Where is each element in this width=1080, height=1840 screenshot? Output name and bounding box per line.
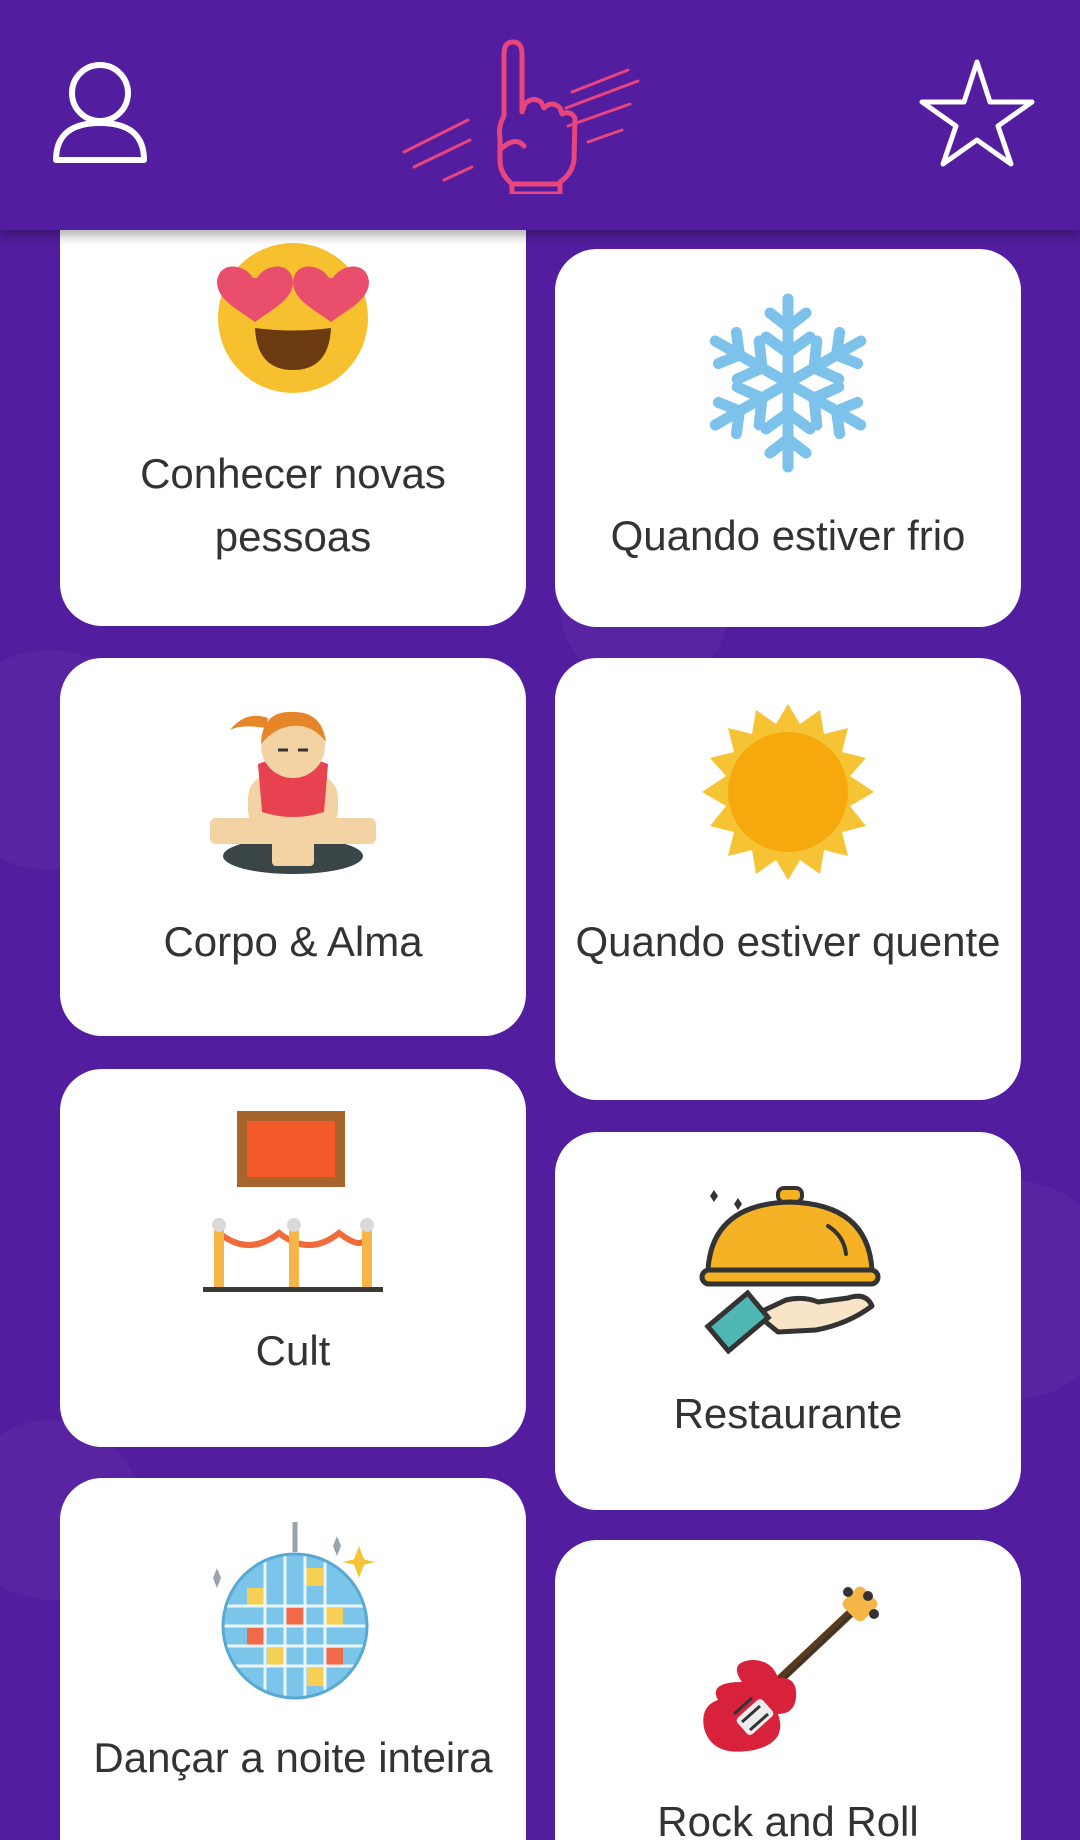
category-label: Quando estiver frio — [610, 512, 966, 559]
category-label: Corpo & Alma — [163, 918, 423, 965]
profile-button[interactable] — [52, 56, 148, 166]
category-label: Rock and Roll — [657, 1798, 919, 1840]
category-card-dancar-a-noite-inteira[interactable]: Dançar a noite inteira — [60, 1478, 526, 1840]
app-header — [0, 0, 1080, 230]
category-label: Conhecer novas pessoas — [140, 450, 446, 560]
category-card-conhecer-novas-pessoas[interactable]: Conhecer novas pessoas — [60, 200, 526, 626]
snowflake-icon — [698, 293, 878, 473]
heart-eyes-emoji-icon — [217, 243, 369, 393]
sun-icon — [702, 704, 874, 880]
category-card-restaurante[interactable]: Restaurante — [555, 1132, 1021, 1510]
favorites-button[interactable] — [918, 56, 1036, 168]
category-card-corpo-alma[interactable]: Corpo & Alma — [60, 658, 526, 1036]
category-label: Quando estiver quente — [575, 918, 1001, 965]
app-logo — [400, 34, 670, 197]
category-card-quando-estiver-frio[interactable]: Quando estiver frio — [555, 249, 1021, 627]
category-card-cult[interactable]: Cult — [60, 1069, 526, 1447]
serving-cloche-icon — [699, 1186, 881, 1355]
disco-ball-icon — [213, 1522, 375, 1700]
category-label: Cult — [255, 1327, 331, 1374]
electric-guitar-icon — [703, 1586, 879, 1752]
category-screen: Conhecer novas pessoas Quando estiver fr… — [0, 0, 1080, 1840]
category-card-quando-estiver-quente[interactable]: Quando estiver quente — [555, 658, 1021, 1100]
person-outline-icon — [53, 62, 147, 163]
museum-painting-icon — [203, 1111, 383, 1292]
star-outline-icon — [919, 59, 1035, 167]
meditation-icon — [210, 711, 376, 874]
category-label: Restaurante — [673, 1390, 903, 1437]
hand-pointing-logo-icon — [402, 39, 640, 197]
category-label: Dançar a noite inteira — [93, 1734, 493, 1781]
category-card-rock-and-roll[interactable]: Rock and Roll — [555, 1540, 1021, 1840]
